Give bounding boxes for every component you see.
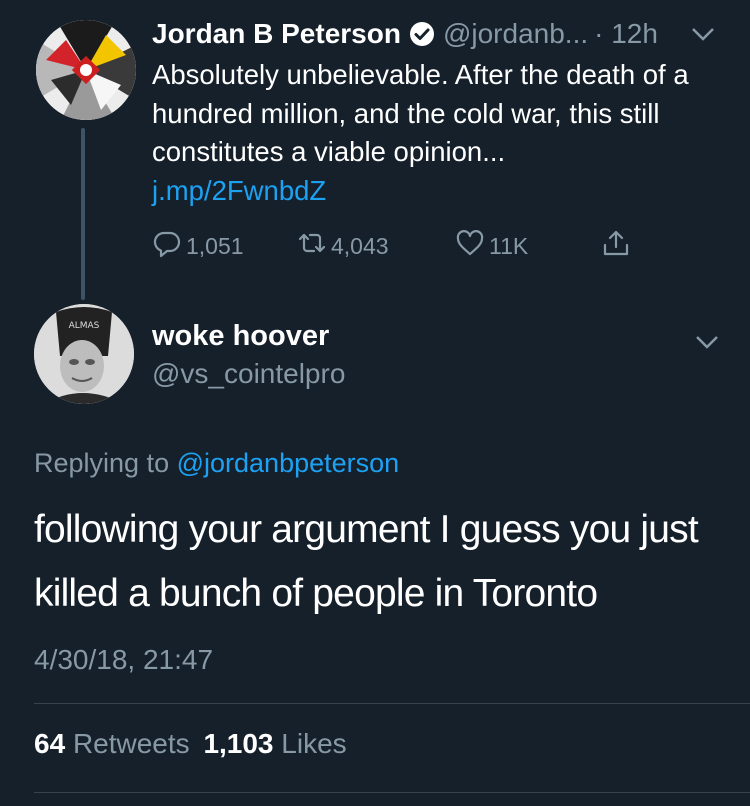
replying-to-line: Replying to @jordanbpeterson	[34, 448, 399, 479]
parent-tweet-header: Jordan B Peterson @jordanb... · 12h	[152, 14, 658, 54]
retweets-count: 64	[34, 728, 66, 759]
retweet-count: 4,043	[331, 232, 389, 259]
replying-prefix: Replying to	[34, 448, 170, 478]
reply-button[interactable]: 1,051	[152, 228, 297, 264]
parent-handle[interactable]: @jordanb...	[443, 18, 588, 50]
replying-mention-link[interactable]: @jordanbpeterson	[177, 448, 400, 478]
retweets-label: Retweets	[72, 728, 190, 759]
likes-count: 1,103	[203, 728, 274, 759]
retweet-button[interactable]: 4,043	[297, 228, 455, 264]
retweet-icon	[297, 228, 331, 264]
reply-display-name[interactable]: woke hoover	[152, 320, 329, 353]
divider	[34, 792, 750, 793]
reply-handle[interactable]: @vs_cointelpro	[152, 358, 345, 390]
parent-display-name[interactable]: Jordan B Peterson	[152, 18, 401, 50]
like-icon	[455, 228, 489, 264]
like-button[interactable]: 11K	[455, 228, 601, 264]
thread-line	[81, 128, 85, 300]
like-count: 11K	[489, 232, 529, 259]
parent-avatar[interactable]	[36, 20, 136, 120]
chevron-down-icon[interactable]	[690, 24, 716, 44]
divider	[34, 703, 750, 704]
svg-text:ALMAS: ALMAS	[69, 321, 100, 331]
parent-tweet-text: Absolutely unbelievable. After the death…	[152, 56, 732, 210]
parent-time[interactable]: · 12h	[594, 18, 658, 50]
retweets-stat[interactable]: 64 Retweets	[34, 728, 197, 759]
parent-tweet-body: Absolutely unbelievable. After the death…	[152, 59, 689, 167]
likes-label: Likes	[281, 728, 347, 759]
share-button[interactable]	[601, 228, 635, 264]
reply-icon	[152, 228, 186, 264]
reply-timestamp[interactable]: 4/30/18, 21:47	[34, 644, 213, 676]
reply-count: 1,051	[186, 232, 244, 259]
engagement-stats: 64 Retweets 1,103 Likes	[34, 728, 347, 760]
reply-tweet-text: following your argument I guess you just…	[34, 508, 699, 615]
parent-action-bar: 1,051 4,043 11K	[152, 228, 635, 264]
chevron-down-icon[interactable]	[694, 332, 720, 352]
parent-tweet-link[interactable]: j.mp/2FwnbdZ	[152, 172, 732, 211]
reply-avatar[interactable]: ALMAS	[34, 304, 134, 404]
share-icon	[601, 228, 635, 264]
verified-icon	[409, 21, 435, 47]
likes-stat[interactable]: 1,103 Likes	[203, 728, 346, 759]
